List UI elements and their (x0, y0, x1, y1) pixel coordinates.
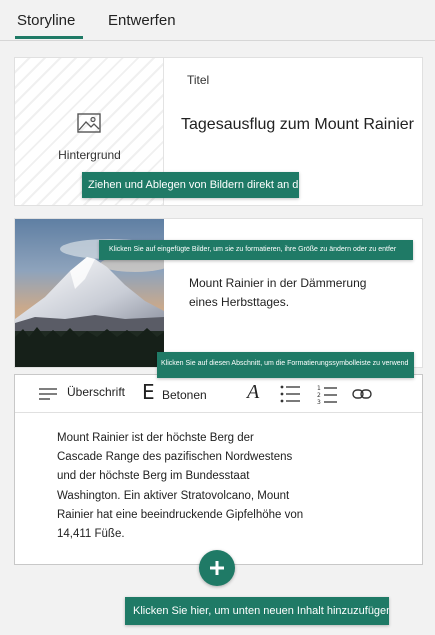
caption-line-1: Mount Rainier in der Dämmerung (189, 276, 367, 290)
emphasis-button[interactable]: Betonen (162, 388, 207, 402)
body-line: Washington. Ein aktiver Stratovolcano, M… (57, 489, 290, 502)
body-line: Mount Rainier ist der höchste Berg der (57, 432, 254, 444)
heading-icon[interactable] (39, 388, 57, 400)
svg-text:3: 3 (317, 399, 321, 404)
title-label: Titel (187, 73, 210, 87)
tab-storyline[interactable]: Storyline (17, 12, 75, 29)
toolbar-tooltip: Klicken Sie auf diesen Abschnitt, um die… (157, 352, 414, 378)
heading-button[interactable]: Überschrift (67, 385, 125, 399)
emphasis-icon[interactable]: E (142, 380, 155, 404)
tab-entwerfen[interactable]: Entwerfen (108, 12, 176, 29)
numbered-list-icon[interactable]: 1 2 3 (317, 384, 337, 404)
body-line: 14,411 Füße. (57, 528, 125, 541)
bulleted-list-icon[interactable] (280, 385, 300, 403)
svg-text:1: 1 (317, 385, 321, 392)
background-label: Hintergrund (58, 148, 121, 162)
body-line: Rainier hat eine beeindruckende Gipfelhö… (57, 508, 304, 521)
formatting-toolbar: Überschrift E Betonen A 1 2 3 (15, 375, 422, 413)
body-line: Cascade Range des pazifischen Nordwesten… (57, 451, 293, 464)
font-style-button[interactable]: A (247, 381, 259, 404)
body-text[interactable]: Mount Rainier ist der höchste Berg der C… (57, 429, 303, 544)
text-card[interactable]: Überschrift E Betonen A 1 2 3 Mount Rain… (14, 374, 423, 565)
caption-line-2: eines Herbsttages. (189, 295, 290, 309)
active-tab-indicator (15, 36, 83, 39)
drag-drop-tooltip-text: Ziehen und Ablegen von Bildern direkt an… (88, 179, 299, 191)
add-content-tooltip: Klicken Sie hier, um unten neuen Inhalt … (125, 597, 389, 625)
image-format-tooltip-text: Klicken Sie auf eingefügte Bilder, um si… (109, 246, 397, 253)
drag-drop-tooltip: Ziehen und Ablegen von Bildern direkt an… (82, 172, 299, 198)
image-icon (77, 113, 101, 133)
title-input[interactable]: Tagesausflug zum Mount Rainier (181, 116, 414, 134)
plus-icon (210, 561, 224, 575)
body-line: und der höchste Berg im Bundesstaat (57, 470, 250, 483)
image-format-tooltip: Klicken Sie auf eingefügte Bilder, um si… (99, 240, 413, 260)
svg-text:2: 2 (317, 392, 321, 399)
add-content-tooltip-text: Klicken Sie hier, um unten neuen Inhalt … (133, 605, 389, 617)
link-icon[interactable] (352, 388, 372, 400)
tab-bar: Storyline Entwerfen (0, 0, 435, 41)
image-caption[interactable]: Mount Rainier in der Dämmerung eines Her… (189, 274, 366, 312)
toolbar-tooltip-text: Klicken Sie auf diesen Abschnitt, um die… (161, 360, 409, 367)
add-content-button[interactable] (199, 550, 235, 586)
